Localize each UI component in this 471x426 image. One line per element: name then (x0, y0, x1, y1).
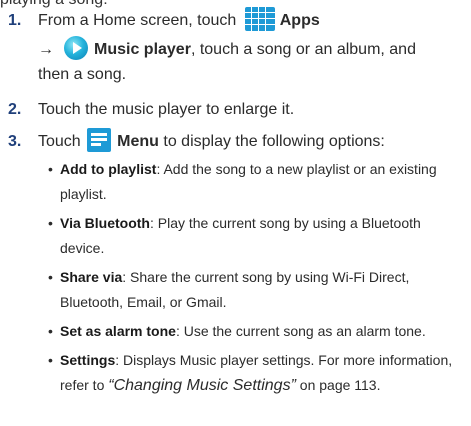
step-body: From a Home screen, touch Apps → Music pl… (38, 6, 468, 87)
option-share-via: • Share via: Share the current song by u… (48, 265, 468, 315)
option-set-as-alarm-tone: • Set as alarm tone: Use the current son… (48, 323, 426, 339)
option-term: Settings (60, 352, 116, 368)
menu-label: Menu (117, 133, 159, 150)
arrow-right-icon: → (38, 41, 54, 58)
option-desc-cont: refer to (60, 377, 109, 393)
option-term: Via Bluetooth (60, 215, 150, 231)
option-settings: • Settings: Displays Music player settin… (48, 352, 453, 394)
option-via-bluetooth: • Via Bluetooth: Play the current song b… (48, 211, 468, 261)
apps-label: Apps (279, 12, 320, 29)
step-text: Touch the music player to enlarge it. (38, 101, 295, 118)
step-number: 2. (8, 101, 22, 118)
cross-reference-link: “Changing Music Settings” (108, 377, 296, 394)
step-text: Touch (38, 133, 81, 150)
music-player-label: Music player (94, 41, 191, 58)
step-number: 1. (8, 12, 22, 29)
option-desc-cont: on page 113. (295, 377, 381, 393)
option-desc-cont: device. (60, 240, 105, 256)
step-text: , touch a song or an album, and (190, 41, 416, 58)
option-desc-cont: playlist. (60, 186, 107, 202)
apps-grid-icon (244, 6, 275, 31)
step-text: then a song. (38, 66, 127, 83)
step-number: 3. (8, 133, 22, 150)
step-body: Touch Menu to display the following opti… (38, 127, 468, 154)
option-add-to-playlist: • Add to playlist: Add the song to a new… (48, 157, 468, 207)
music-player-icon (64, 35, 88, 60)
menu-icon (87, 127, 112, 152)
option-term: Share via (60, 269, 123, 285)
option-term: Add to playlist (60, 161, 157, 177)
option-desc: : Add the song to a new playlist or an e… (156, 161, 437, 177)
step-text: to display the following options: (163, 133, 385, 150)
option-desc: : Use the current song as an alarm tone. (175, 323, 426, 339)
option-desc: : Play the current song by using a Bluet… (149, 215, 421, 231)
option-term: Set as alarm tone (60, 323, 176, 339)
option-desc: : Displays Music player settings. For mo… (115, 352, 453, 368)
step-text: From a Home screen, touch (38, 12, 237, 29)
option-desc: : Share the current song by using Wi-Fi … (122, 269, 410, 285)
option-desc-cont: Bluetooth, Email, or Gmail. (60, 294, 227, 310)
